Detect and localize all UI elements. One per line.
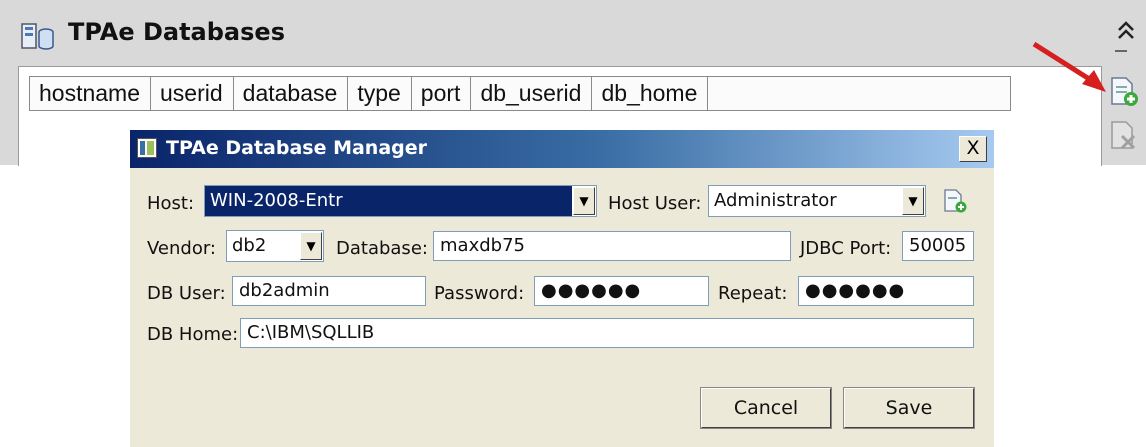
column-header-filler bbox=[708, 76, 1012, 111]
host-user-label: Host User: bbox=[608, 193, 702, 214]
database-input[interactable]: maxdb75 bbox=[433, 231, 791, 261]
chevron-down-icon[interactable]: ▼ bbox=[573, 187, 595, 215]
double-chevron-up-icon[interactable] bbox=[1117, 20, 1135, 47]
jdbc-port-label: JDBC Port: bbox=[800, 238, 892, 259]
repeat-label: Repeat: bbox=[718, 283, 788, 304]
host-select-value: WIN-2008-Entr bbox=[205, 186, 572, 216]
host-select[interactable]: WIN-2008-Entr ▼ bbox=[204, 185, 597, 217]
host-user-select[interactable]: Administrator ▼ bbox=[708, 185, 926, 217]
password-label: Password: bbox=[434, 283, 525, 304]
column-header-port[interactable]: port bbox=[411, 76, 472, 111]
database-icon bbox=[21, 23, 54, 50]
dialog-titlebar[interactable]: TPAe Database Manager X bbox=[130, 130, 994, 168]
chevron-down-icon[interactable]: ▼ bbox=[300, 232, 322, 260]
table-header-row: hostname userid database type port db_us… bbox=[19, 67, 1012, 114]
db-home-label: DB Home: bbox=[147, 324, 239, 345]
column-header-type[interactable]: type bbox=[348, 76, 412, 111]
add-host-user-icon[interactable] bbox=[942, 188, 968, 214]
column-header-db-userid[interactable]: db_userid bbox=[471, 76, 593, 111]
db-home-input[interactable]: C:\IBM\SQLLIB bbox=[240, 318, 974, 348]
collapse-underline bbox=[1115, 50, 1127, 52]
database-label: Database: bbox=[336, 238, 428, 259]
host-user-select-value: Administrator bbox=[714, 190, 837, 211]
red-arrow-annotation bbox=[1032, 41, 1106, 92]
close-button[interactable]: X bbox=[959, 136, 987, 162]
jdbc-port-input[interactable]: 50005 bbox=[902, 231, 974, 261]
add-database-icon[interactable] bbox=[1108, 76, 1140, 108]
repeat-password-input[interactable]: ●●●●●● bbox=[798, 276, 974, 306]
column-header-database[interactable]: database bbox=[233, 76, 349, 111]
host-label: Host: bbox=[147, 193, 195, 214]
vendor-label: Vendor: bbox=[147, 238, 216, 259]
password-input[interactable]: ●●●●●● bbox=[534, 276, 709, 306]
column-header-userid[interactable]: userid bbox=[151, 76, 234, 111]
column-header-hostname[interactable]: hostname bbox=[29, 76, 152, 111]
db-user-input[interactable]: db2admin bbox=[232, 276, 426, 306]
db-user-label: DB User: bbox=[147, 283, 226, 304]
vendor-select-value: db2 bbox=[232, 235, 267, 256]
database-manager-dialog: TPAe Database Manager X Host: WIN-2008-E… bbox=[130, 130, 994, 447]
column-header-db-home[interactable]: db_home bbox=[592, 76, 709, 111]
cancel-button[interactable]: Cancel bbox=[700, 387, 832, 429]
delete-database-icon[interactable] bbox=[1108, 120, 1140, 152]
save-button[interactable]: Save bbox=[843, 387, 975, 429]
chevron-down-icon[interactable]: ▼ bbox=[902, 187, 924, 215]
panel-title: TPAe Databases bbox=[68, 18, 285, 46]
vendor-select[interactable]: db2 ▼ bbox=[226, 230, 324, 262]
dialog-title: TPAe Database Manager bbox=[166, 137, 428, 159]
app-window-icon bbox=[137, 138, 157, 158]
